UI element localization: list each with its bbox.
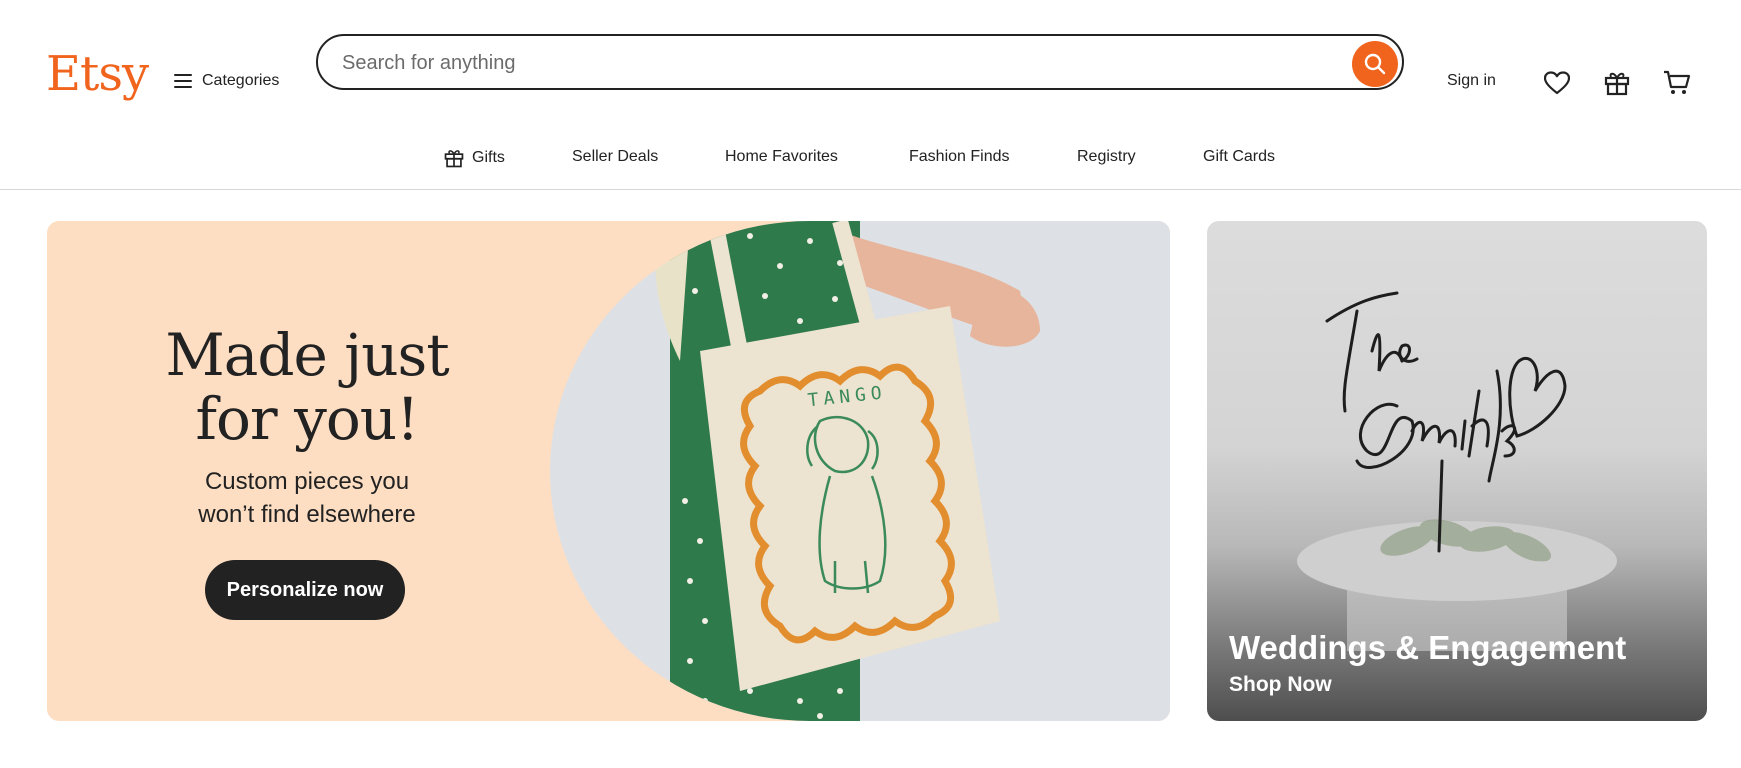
nav-item-home-favorites[interactable]: Home Favorites <box>725 148 838 166</box>
card-title: Weddings & Engagement <box>1229 629 1627 666</box>
hero-subtitle-line: Custom pieces you <box>204 468 410 495</box>
nav-item-gifts[interactable]: Gifts <box>444 148 505 168</box>
cart-button[interactable] <box>1662 68 1692 98</box>
categories-label: Categories <box>202 72 280 89</box>
hero-subtitle-line: won’t find elsewhere <box>198 501 416 528</box>
search-bar <box>316 34 1404 90</box>
etsy-logo[interactable]: Etsy <box>46 50 149 98</box>
nav-item-registry[interactable]: Registry <box>1077 148 1136 166</box>
favorites-button[interactable] <box>1542 68 1572 98</box>
nav-item-label: Registry <box>1077 148 1136 165</box>
hero-title: Made just for you! <box>47 323 567 451</box>
menu-icon <box>174 74 192 88</box>
sign-in-link[interactable]: Sign in <box>1447 72 1496 90</box>
search-icon <box>1364 53 1386 75</box>
category-nav: Gifts Seller Deals Home Favorites Fashio… <box>0 148 1741 172</box>
hero-title-line: Made just <box>165 321 449 389</box>
nav-item-label: Fashion Finds <box>909 148 1010 165</box>
nav-item-gift-cards[interactable]: Gift Cards <box>1203 148 1275 166</box>
gift-icon <box>444 150 464 168</box>
header-divider <box>0 189 1741 190</box>
categories-button[interactable]: Categories <box>174 72 279 90</box>
search-button[interactable] <box>1352 41 1398 87</box>
cart-icon <box>1664 70 1691 94</box>
hero-title-line: for you! <box>195 385 420 453</box>
nav-item-seller-deals[interactable]: Seller Deals <box>572 148 658 166</box>
gift-mode-button[interactable] <box>1602 68 1632 98</box>
shop-now-link[interactable]: Shop Now <box>1229 673 1332 697</box>
hero-banner: TANGO Made just for you! Custom pieces y… <box>47 221 1170 721</box>
tote-bag-illustration: TANGO <box>655 221 1040 721</box>
weddings-engagement-card[interactable]: Weddings & Engagement Shop Now <box>1207 221 1707 721</box>
gift-icon <box>1604 72 1630 96</box>
hero-image[interactable]: TANGO <box>550 221 1170 721</box>
nav-item-label: Gift Cards <box>1203 148 1276 165</box>
nav-item-label: Home Favorites <box>725 148 838 165</box>
nav-item-label: Gifts <box>472 149 505 166</box>
search-input[interactable] <box>340 36 1304 90</box>
heart-icon <box>1544 71 1570 95</box>
hero-subtitle: Custom pieces you won’t find elsewhere <box>47 465 567 531</box>
nav-item-fashion-finds[interactable]: Fashion Finds <box>909 148 1010 166</box>
personalize-now-button[interactable]: Personalize now <box>205 560 405 620</box>
nav-item-label: Seller Deals <box>572 148 659 165</box>
